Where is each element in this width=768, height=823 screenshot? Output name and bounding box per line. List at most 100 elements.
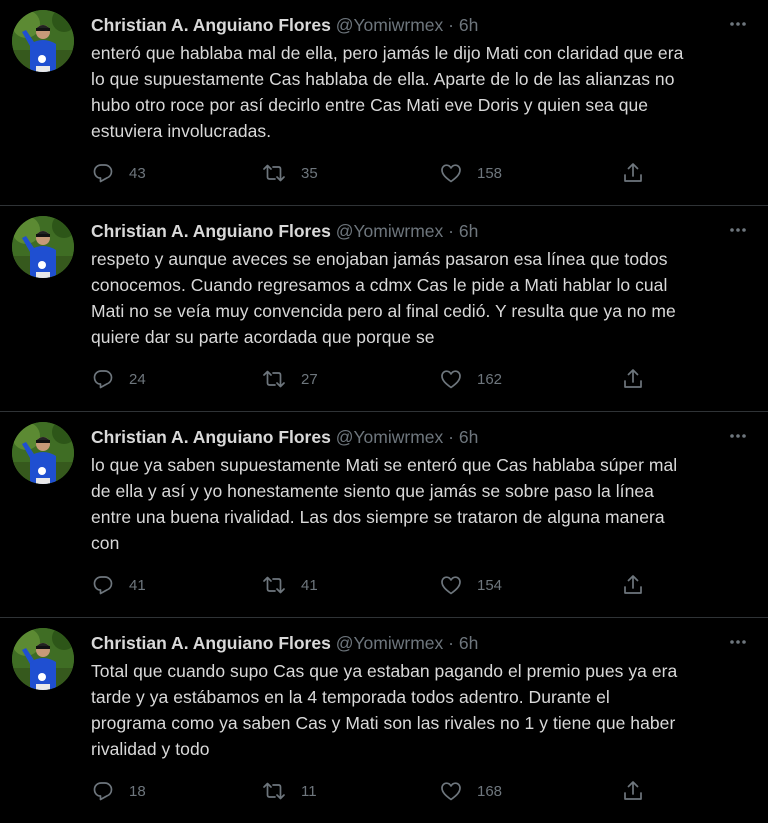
avatar[interactable] <box>12 628 74 690</box>
avatar-image <box>12 422 74 484</box>
retweet-count: 41 <box>301 576 318 594</box>
reply-count: 18 <box>129 782 146 800</box>
tweet-text: Total que cuando supo Cas que ya estaban… <box>91 658 751 762</box>
tweet-text-line: quiere dar su parte acordada que porque … <box>91 327 435 347</box>
author-handle[interactable]: @Yomiwrmex <box>336 633 444 653</box>
tweet[interactable]: Christian A. Anguiano Flores @Yomiwrmex … <box>0 412 768 618</box>
like-count: 154 <box>477 576 503 594</box>
share-icon <box>624 163 642 182</box>
separator: · <box>448 427 454 447</box>
retweet-button[interactable]: 27 <box>261 366 318 392</box>
author-handle[interactable]: @Yomiwrmex <box>336 221 444 241</box>
tweet-header: Christian A. Anguiano Flores @Yomiwrmex … <box>91 632 708 654</box>
author-name[interactable]: Christian A. Anguiano Flores <box>91 633 331 653</box>
avatar[interactable] <box>12 216 74 278</box>
like-count: 158 <box>477 164 503 182</box>
heart-icon <box>441 782 461 801</box>
reply-button[interactable]: 18 <box>91 778 146 804</box>
tweet-header: Christian A. Anguiano Flores @Yomiwrmex … <box>91 426 708 448</box>
tweet-header: Christian A. Anguiano Flores @Yomiwrmex … <box>91 220 708 242</box>
retweet-icon <box>263 370 285 388</box>
avatar[interactable] <box>12 422 74 484</box>
retweet-icon <box>263 576 285 594</box>
avatar[interactable] <box>12 10 74 72</box>
share-icon <box>624 781 642 800</box>
author-name[interactable]: Christian A. Anguiano Flores <box>91 221 331 241</box>
share-icon <box>624 575 642 594</box>
tweet-actions: 24 27 162 <box>91 366 651 392</box>
tweet-text-line: Total que cuando supo Cas que ya estaban… <box>91 661 678 681</box>
tweet-text-line: lo que supuestamente Cas hablaba de ella… <box>91 69 675 89</box>
separator: · <box>448 15 454 35</box>
heart-icon <box>441 576 461 595</box>
tweet[interactable]: Christian A. Anguiano Flores @Yomiwrmex … <box>0 0 768 206</box>
tweet-text-line: conocemos. Cuando regresamos a cdmx Cas … <box>91 275 668 295</box>
tweet-text-line: entre una buena rivalidad. Las dos siemp… <box>91 507 665 527</box>
tweet-header: Christian A. Anguiano Flores @Yomiwrmex … <box>91 14 708 36</box>
tweet[interactable]: Christian A. Anguiano Flores @Yomiwrmex … <box>0 618 768 823</box>
tweet-text-line: programa como ya saben Cas y Mati son la… <box>91 713 676 733</box>
like-button[interactable]: 158 <box>439 160 502 186</box>
tweet[interactable]: Christian A. Anguiano Flores @Yomiwrmex … <box>0 206 768 412</box>
retweet-count: 35 <box>301 164 318 182</box>
retweet-button[interactable]: 41 <box>261 572 318 598</box>
reply-count: 24 <box>129 370 146 388</box>
tweet-text: enteró que hablaba mal de ella, pero jam… <box>91 40 751 144</box>
share-icon <box>624 369 642 388</box>
more-icon[interactable] <box>726 630 750 654</box>
author-name[interactable]: Christian A. Anguiano Flores <box>91 15 331 35</box>
reply-count: 41 <box>129 576 146 594</box>
retweet-icon <box>263 782 285 800</box>
tweet-text-line: Mati no se veía muy convencida pero al f… <box>91 301 676 321</box>
author-handle[interactable]: @Yomiwrmex <box>336 15 444 35</box>
avatar-image <box>12 10 74 72</box>
retweet-count: 27 <box>301 370 318 388</box>
reply-button[interactable]: 43 <box>91 160 146 186</box>
tweet-text: lo que ya saben supuestamente Mati se en… <box>91 452 751 556</box>
reply-icon <box>93 370 113 389</box>
tweet-text-line: hubo otro roce por así decirlo entre Cas… <box>91 95 649 115</box>
reply-button[interactable]: 41 <box>91 572 146 598</box>
tweet-actions: 18 11 168 <box>91 778 651 804</box>
retweet-button[interactable]: 35 <box>261 160 318 186</box>
reply-icon <box>93 782 113 801</box>
like-button[interactable]: 162 <box>439 366 502 392</box>
author-handle[interactable]: @Yomiwrmex <box>336 427 444 447</box>
like-button[interactable]: 154 <box>439 572 502 598</box>
retweet-count: 11 <box>301 782 317 800</box>
reply-button[interactable]: 24 <box>91 366 146 392</box>
avatar-image <box>12 216 74 278</box>
reply-icon <box>93 576 113 595</box>
more-icon[interactable] <box>726 424 750 448</box>
like-button[interactable]: 168 <box>439 778 502 804</box>
more-icon[interactable] <box>726 12 750 36</box>
reply-icon <box>93 164 113 183</box>
tweet-text-line: enteró que hablaba mal de ella, pero jam… <box>91 43 684 63</box>
tweet-text-line: lo que ya saben supuestamente Mati se en… <box>91 455 678 475</box>
tweet-text: respeto y aunque aveces se enojaban jamá… <box>91 246 751 350</box>
share-button[interactable] <box>621 366 645 392</box>
like-count: 168 <box>477 782 503 800</box>
heart-icon <box>441 164 461 183</box>
timestamp[interactable]: 6h <box>459 15 478 35</box>
share-button[interactable] <box>621 160 645 186</box>
like-count: 162 <box>477 370 503 388</box>
share-button[interactable] <box>621 572 645 598</box>
share-button[interactable] <box>621 778 645 804</box>
separator: · <box>448 633 454 653</box>
timestamp[interactable]: 6h <box>459 427 478 447</box>
timestamp[interactable]: 6h <box>459 633 478 653</box>
tweet-actions: 43 35 158 <box>91 160 651 186</box>
tweet-text-line: rivalidad y todo <box>91 739 210 759</box>
tweet-actions: 41 41 154 <box>91 572 651 598</box>
separator: · <box>448 221 454 241</box>
more-icon[interactable] <box>726 218 750 242</box>
tweet-text-line: respeto y aunque aveces se enojaban jamá… <box>91 249 668 269</box>
author-name[interactable]: Christian A. Anguiano Flores <box>91 427 331 447</box>
tweet-text-line: con <box>91 533 120 553</box>
timestamp[interactable]: 6h <box>459 221 478 241</box>
retweet-button[interactable]: 11 <box>261 778 317 804</box>
retweet-icon <box>263 164 285 182</box>
timeline: Christian A. Anguiano Flores @Yomiwrmex … <box>0 0 768 823</box>
tweet-text-line: de ella y así y yo honestamente siento q… <box>91 481 654 501</box>
